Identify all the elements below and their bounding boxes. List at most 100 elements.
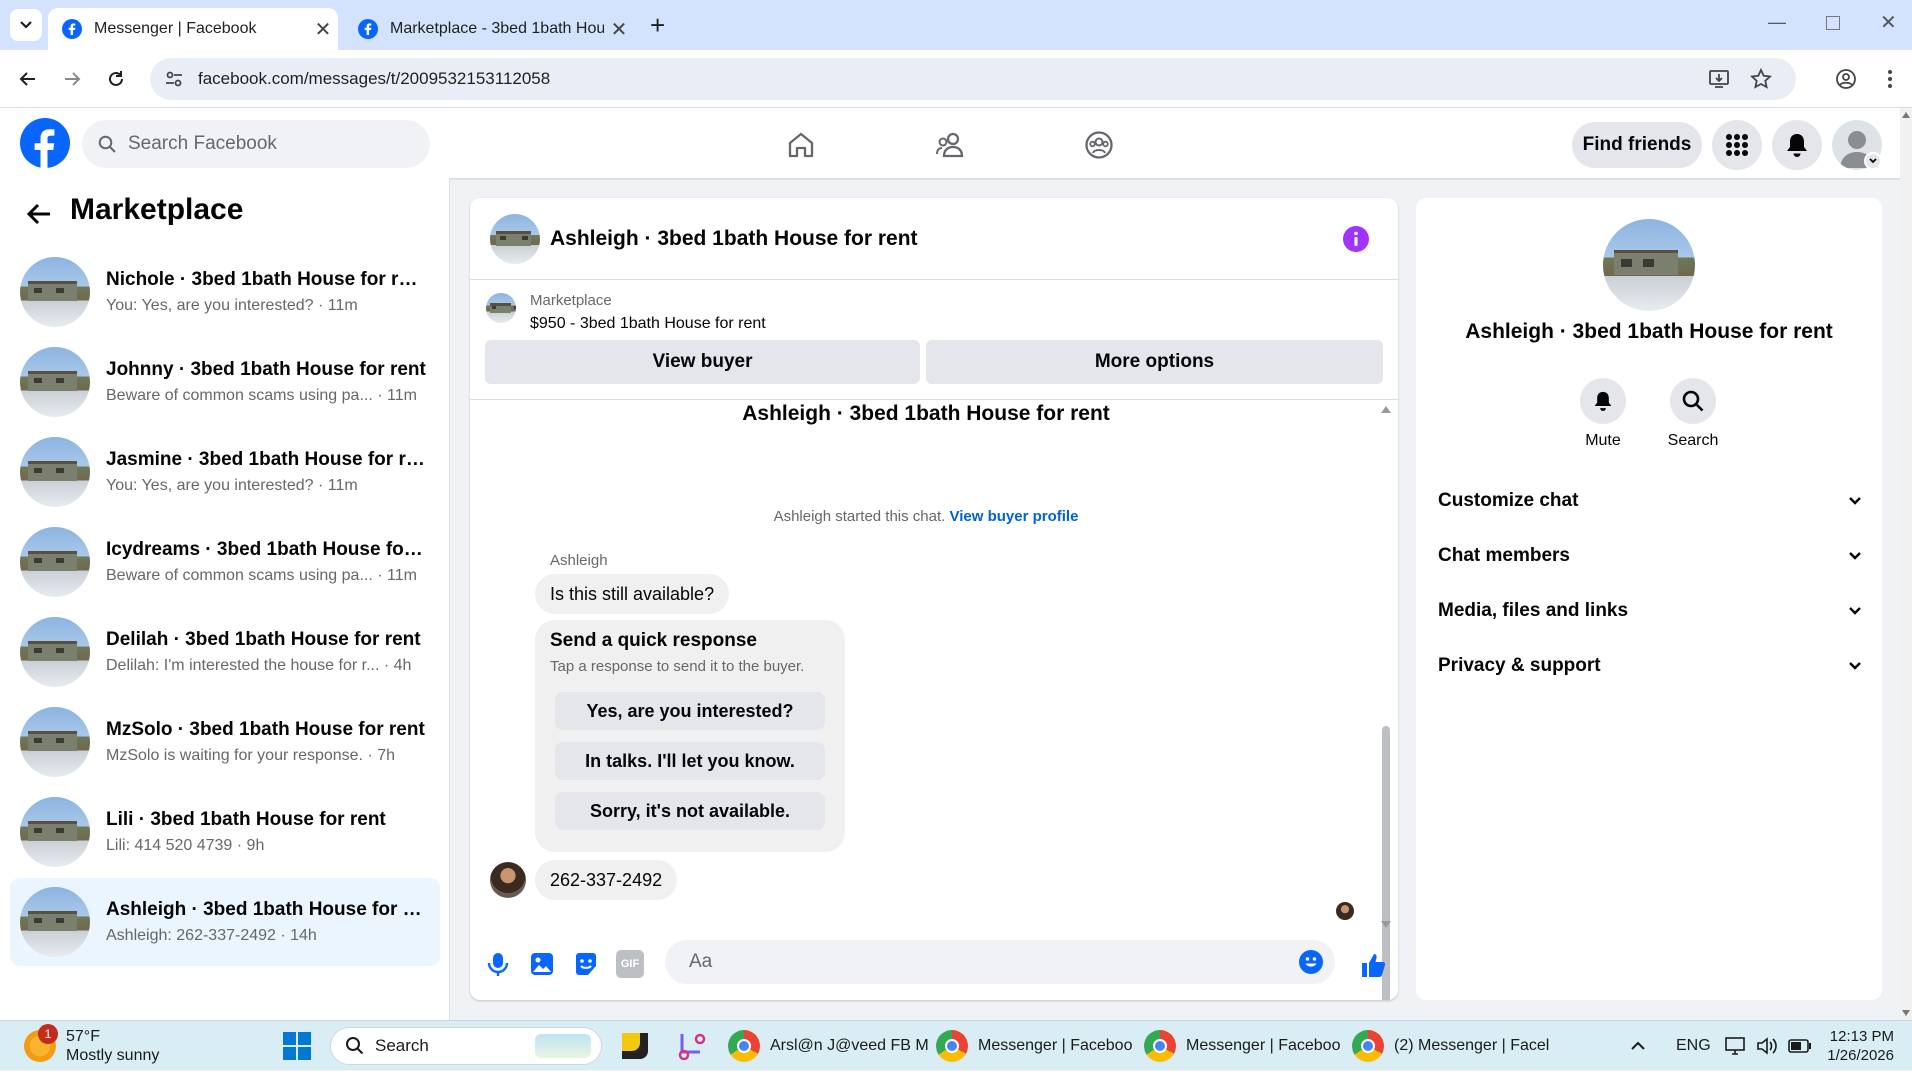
conversation-item[interactable]: MzSolo · 3bed 1bath House for rent MzSolo… (10, 698, 440, 786)
back-button[interactable] (12, 63, 44, 95)
taskbar-search[interactable]: Search (330, 1027, 602, 1065)
view-buyer-button[interactable]: View buyer (485, 340, 920, 384)
chat-window: Ashleigh · 3bed 1bath House for rent Mar… (470, 198, 1398, 1000)
conversation-item[interactable]: Nichole · 3bed 1bath House for rent You: … (10, 248, 440, 336)
sticky-notes-app[interactable] (622, 1021, 648, 1071)
section-customize-chat[interactable]: Customize chat (1438, 490, 1862, 512)
search-label: Search (1667, 432, 1719, 449)
bookmark-star-icon[interactable] (1750, 68, 1772, 90)
message-input[interactable]: Aa (665, 940, 1335, 984)
system-tray-icons[interactable] (1724, 1021, 1812, 1071)
microphone-icon[interactable] (484, 950, 512, 978)
message-composer: GIF Aa (470, 928, 1398, 1000)
thumbs-up-icon[interactable] (1358, 950, 1388, 980)
snipping-tool-app[interactable] (676, 1021, 706, 1071)
chat-title[interactable]: Ashleigh · 3bed 1bath House for rent (550, 227, 918, 251)
tab-list-button[interactable] (10, 9, 42, 41)
conversation-item[interactable]: Ashleigh · 3bed 1bath House for re... Ash… (10, 878, 440, 966)
search-icon (98, 135, 116, 153)
conversation-item[interactable]: Jasmine · 3bed 1bath House for rent You: … (10, 428, 440, 516)
listing-thumbnail[interactable] (486, 293, 516, 323)
conversation-name: Nichole · 3bed 1bath House for rent (106, 269, 426, 290)
emoji-icon[interactable] (1299, 950, 1323, 974)
new-tab-button[interactable]: + (650, 10, 665, 41)
start-button[interactable] (282, 1021, 312, 1071)
view-buyer-profile-link[interactable]: View buyer profile (950, 508, 1079, 525)
taskbar-chrome-app[interactable]: Messenger | Faceboo (1144, 1021, 1340, 1071)
tab-marketplace[interactable]: Marketplace - 3bed 1bath Hous ✕ (344, 8, 634, 50)
groups-icon (1085, 131, 1113, 159)
section-media-files-links[interactable]: Media, files and links (1438, 600, 1862, 622)
home-nav-button[interactable] (778, 122, 824, 168)
restore-window-icon[interactable] (1826, 16, 1840, 30)
conversation-item[interactable]: Icydreams · 3bed 1bath House for ... Bewa… (10, 518, 440, 606)
account-chevron-icon[interactable] (1864, 152, 1882, 170)
language-indicator[interactable]: ENG (1676, 1021, 1711, 1071)
message-bubble[interactable]: 262-337-2492 (535, 860, 678, 900)
show-hidden-icons[interactable] (1630, 1021, 1646, 1071)
sticker-icon[interactable] (572, 950, 600, 978)
chrome-icon (1144, 1030, 1176, 1062)
message-bubble[interactable]: Is this still available? (535, 574, 730, 614)
quick-response-option[interactable]: In talks. I'll let you know. (555, 742, 825, 780)
tab-messenger[interactable]: Messenger | Facebook ✕ (48, 8, 338, 50)
page-scrollbar[interactable] (1900, 108, 1912, 1020)
search-placeholder: Search Facebook (128, 133, 277, 154)
conversation-item[interactable]: Lili · 3bed 1bath House for rent Lili: 41… (10, 788, 440, 876)
back-arrow-icon[interactable] (26, 202, 52, 226)
mute-button[interactable] (1580, 378, 1626, 424)
conversation-avatar (20, 437, 90, 507)
minimize-window-icon[interactable]: — (1768, 12, 1786, 33)
search-in-chat-button[interactable] (1670, 378, 1716, 424)
conversation-item[interactable]: Delilah · 3bed 1bath House for rent Delil… (10, 608, 440, 696)
reload-button[interactable] (100, 63, 132, 95)
profile-button[interactable] (1830, 63, 1862, 95)
chat-scrollbar[interactable] (1379, 402, 1393, 1000)
account-circle-icon (1836, 69, 1856, 89)
conversation-item[interactable]: Johnny · 3bed 1bath House for rent Beware… (10, 338, 440, 426)
section-privacy-support[interactable]: Privacy & support (1438, 655, 1862, 677)
taskbar-chrome-app[interactable]: Messenger | Faceboo (936, 1021, 1132, 1071)
quick-response-title: Send a quick response (550, 630, 757, 651)
install-app-icon[interactable] (1708, 68, 1730, 90)
weather-widget[interactable]: 1 57°F Mostly sunny (24, 1021, 159, 1071)
quick-response-option[interactable]: Sorry, it's not available. (555, 792, 825, 830)
browser-tab-bar: Messenger | Facebook ✕ Marketplace - 3be… (0, 0, 1912, 50)
notifications-button[interactable] (1772, 120, 1822, 170)
taskbar-app-label: Messenger | Faceboo (978, 1037, 1133, 1054)
friends-nav-button[interactable] (928, 122, 974, 168)
gif-icon[interactable]: GIF (616, 950, 644, 978)
close-tab-icon[interactable]: ✕ (604, 17, 634, 42)
kebab-menu-icon (1888, 70, 1892, 88)
more-options-button[interactable]: More options (926, 340, 1383, 384)
address-bar[interactable]: facebook.com/messages/t/2009532153112058 (150, 58, 1796, 100)
browser-menu-button[interactable] (1874, 63, 1906, 95)
section-label: Customize chat (1438, 490, 1579, 511)
forward-button[interactable] (56, 63, 88, 95)
find-friends-button[interactable]: Find friends (1572, 122, 1702, 168)
sender-avatar[interactable] (490, 862, 526, 898)
clock[interactable]: 12:13 PM 1/26/2026 (1820, 1021, 1894, 1071)
listing-price-title[interactable]: $950 - 3bed 1bath House for rent (530, 315, 766, 333)
details-avatar[interactable] (1603, 219, 1695, 311)
chevron-down-icon (1849, 552, 1861, 560)
photo-icon[interactable] (528, 950, 556, 978)
chat-header: Ashleigh · 3bed 1bath House for rent (470, 198, 1398, 280)
info-icon[interactable] (1343, 226, 1369, 252)
chrome-icon (936, 1030, 968, 1062)
facebook-search-input[interactable]: Search Facebook (82, 120, 430, 168)
menu-button[interactable] (1712, 120, 1762, 170)
groups-nav-button[interactable] (1076, 122, 1122, 168)
site-settings-icon[interactable] (164, 69, 184, 89)
section-chat-members[interactable]: Chat members (1438, 545, 1862, 567)
quick-response-subtitle: Tap a response to send it to the buyer. (550, 658, 805, 675)
taskbar-chrome-app[interactable]: Arsl@n J@veed FB M (728, 1021, 929, 1071)
conversation-name: Delilah · 3bed 1bath House for rent (106, 629, 421, 650)
chat-avatar[interactable] (490, 214, 540, 264)
facebook-logo-icon[interactable] (20, 118, 70, 168)
quick-response-option[interactable]: Yes, are you interested? (555, 692, 825, 730)
conversation-avatar (20, 617, 90, 687)
close-tab-icon[interactable]: ✕ (308, 17, 338, 42)
close-window-icon[interactable]: ✕ (1880, 10, 1897, 35)
taskbar-chrome-app[interactable]: (2) Messenger | Facel (1352, 1021, 1549, 1071)
